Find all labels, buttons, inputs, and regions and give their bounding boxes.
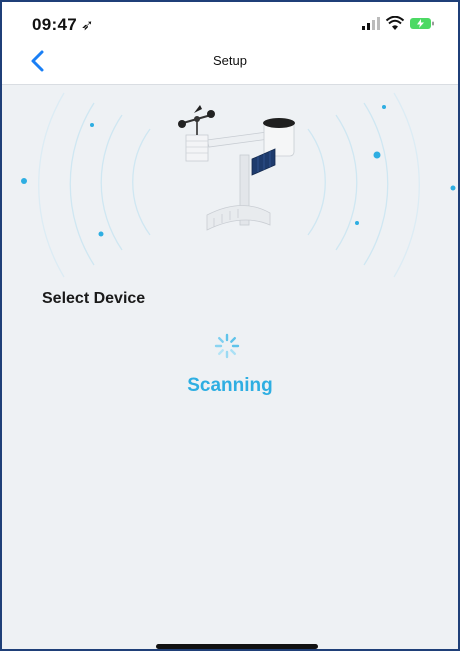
page-title: Setup (213, 53, 247, 68)
weather-station-image (178, 105, 295, 231)
status-time: 09:47 ➶ (32, 15, 94, 35)
signal-waves (38, 92, 420, 278)
phone-screen: 09:47 ➶ Setup Select Device Scanning (0, 0, 460, 651)
status-time-label: 09:47 (32, 15, 77, 34)
status-bar: 09:47 ➶ (2, 2, 458, 38)
status-icons (362, 16, 436, 32)
main-content: Select Device Scanning (2, 85, 458, 649)
scanning-status-text: Scanning (187, 375, 273, 396)
home-indicator[interactable] (156, 644, 318, 649)
location-arrow-icon: ➶ (80, 17, 94, 34)
section-title: Select Device (42, 290, 146, 307)
battery-charging-icon (410, 18, 434, 29)
scanning-illustration (21, 92, 456, 278)
navigation-bar: Setup (2, 38, 458, 85)
loading-spinner-icon (214, 333, 240, 359)
wifi-icon (385, 16, 405, 30)
signal-bars-icon (362, 17, 380, 30)
